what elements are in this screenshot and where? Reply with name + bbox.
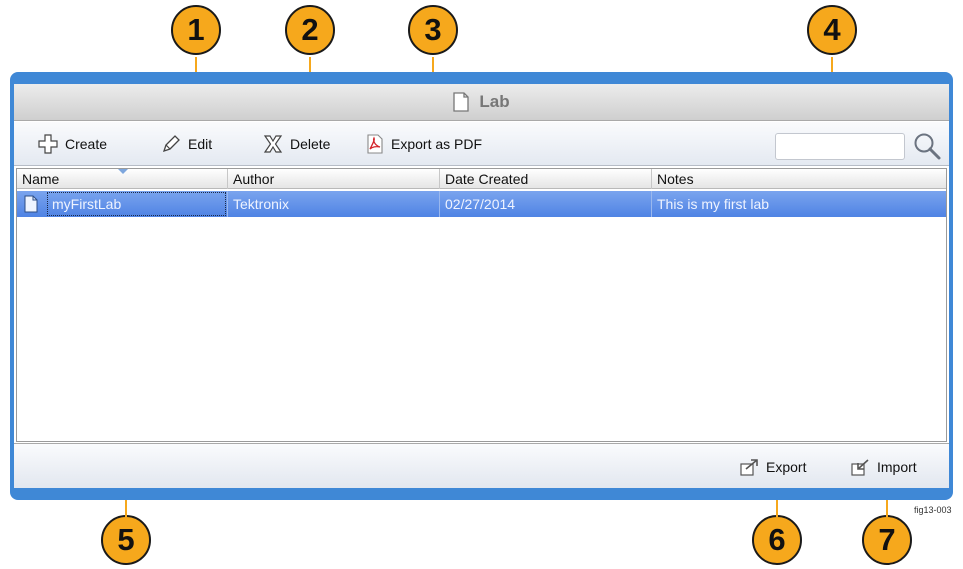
edit-label: Edit (188, 136, 213, 152)
cell-date-created: 02/27/2014 (440, 191, 652, 217)
column-header-date-created[interactable]: Date Created (440, 169, 652, 189)
callout-3: 3 (408, 5, 458, 55)
edit-button[interactable]: Edit (161, 122, 212, 166)
export-icon (740, 458, 758, 476)
column-header-notes[interactable]: Notes (652, 169, 946, 189)
lab-panel: Lab Create Edit Delete Export as PDF Nam… (14, 84, 949, 488)
callout-4: 4 (807, 5, 857, 55)
delete-label: Delete (290, 136, 331, 152)
callout-2: 2 (285, 5, 335, 55)
export-button[interactable]: Export (740, 444, 806, 489)
search-icon[interactable] (912, 131, 942, 161)
callout-1: 1 (171, 5, 221, 55)
pdf-icon (367, 134, 383, 154)
document-icon (453, 92, 470, 112)
import-label: Import (877, 458, 917, 475)
delete-button[interactable]: Delete (263, 122, 330, 166)
lab-table: Name Author Date Created Notes myFirstLa… (16, 168, 947, 442)
cell-name[interactable]: myFirstLab (47, 191, 228, 217)
sort-arrow-icon (118, 169, 128, 174)
search-input[interactable] (775, 133, 905, 160)
callout-5: 5 (101, 515, 151, 565)
toolbar: Create Edit Delete Export as PDF (14, 122, 949, 166)
cell-notes: This is my first lab (657, 196, 770, 212)
column-header-author[interactable]: Author (228, 169, 440, 189)
callout-7: 7 (862, 515, 912, 565)
lab-window: Lab Create Edit Delete Export as PDF Nam… (10, 72, 953, 500)
callout-6: 6 (752, 515, 802, 565)
import-icon (851, 458, 869, 476)
window-title: Lab (479, 92, 510, 111)
cell-author: Tektronix (228, 191, 440, 217)
import-button[interactable]: Import (851, 444, 917, 489)
lab-file-icon (24, 195, 38, 213)
create-button[interactable]: Create (38, 122, 107, 166)
figure-label: fig13-003 (914, 505, 952, 515)
export-as-pdf-button[interactable]: Export as PDF (366, 122, 482, 166)
export-label: Export (766, 458, 807, 475)
create-label: Create (65, 136, 108, 152)
export-as-pdf-label: Export as PDF (391, 136, 483, 152)
table-row[interactable]: myFirstLab Tektronix 02/27/2014 This is … (17, 191, 946, 217)
pencil-icon (162, 135, 180, 153)
footer-bar: Export Import (14, 443, 949, 488)
plus-icon (38, 134, 58, 154)
title-bar: Lab (14, 84, 949, 121)
table-header: Name Author Date Created Notes (17, 169, 946, 189)
x-delete-icon (263, 135, 283, 153)
